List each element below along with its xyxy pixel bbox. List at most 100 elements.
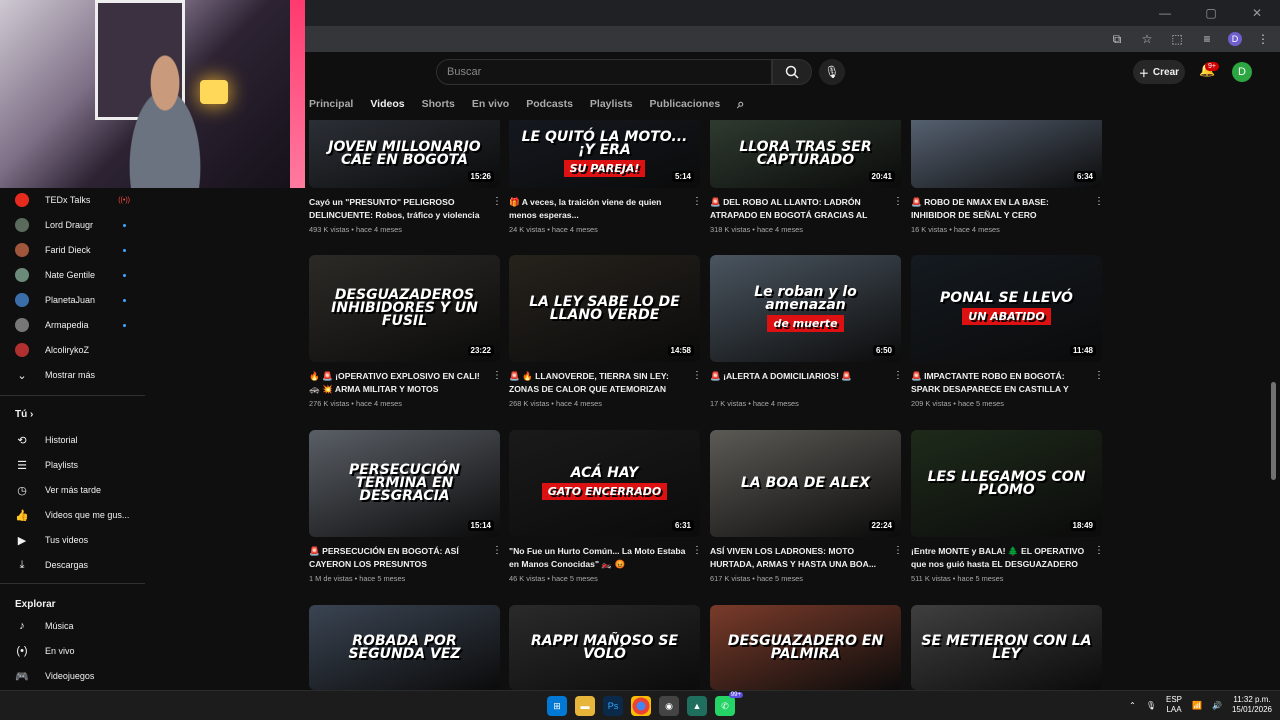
- channel-search-icon[interactable]: ⌕: [737, 96, 744, 112]
- video-thumbnail[interactable]: 6:34: [911, 120, 1102, 188]
- sidebar-subscription[interactable]: Lord Draugr: [15, 216, 130, 234]
- voice-search-button[interactable]: 🎙: [819, 59, 845, 85]
- tab-principal[interactable]: Principal: [309, 98, 353, 110]
- show-more-button[interactable]: ⌄ Mostrar más: [15, 366, 95, 384]
- chevron-up-icon[interactable]: ⌃: [1129, 701, 1136, 710]
- more-options-icon[interactable]: ⋮: [692, 370, 702, 381]
- tab-en-vivo[interactable]: En vivo: [472, 98, 509, 110]
- whatsapp-icon[interactable]: ✆ 99+: [715, 692, 743, 716]
- video-thumbnail[interactable]: LLORA TRAS SER CAPTURADO 20:41: [710, 120, 901, 188]
- video-title[interactable]: 🚨 PERSECUCIÓN EN BOGOTÁ: ASÍ CAYERON LOS…: [309, 545, 487, 570]
- sidebar-subscription[interactable]: Nate Gentile: [15, 266, 130, 284]
- more-options-icon[interactable]: ⋮: [893, 196, 903, 207]
- windows-start-icon[interactable]: ⊞: [547, 696, 567, 716]
- chrome-icon[interactable]: [631, 696, 651, 716]
- wifi-icon[interactable]: 📶: [1192, 701, 1202, 710]
- video-thumbnail[interactable]: PONAL SE LLEVÓ UN ABATIDO 11:48: [911, 255, 1102, 362]
- language-indicator[interactable]: ESP LAA: [1166, 695, 1182, 715]
- video-thumbnail[interactable]: ACÁ HAY GATO ENCERRADO 6:31: [509, 430, 700, 537]
- video-title[interactable]: 🔥 🚨 ¡OPERATIVO EXPLOSIVO EN CALI! 🚓 💥 AR…: [309, 370, 487, 395]
- search-button[interactable]: [772, 59, 812, 85]
- video-thumbnail[interactable]: Le roban y lo amenazan de muerte 6:50: [710, 255, 901, 362]
- video-thumbnail[interactable]: LA LEY SABE LO DE LLANO VERDE 14:58: [509, 255, 700, 362]
- video-title[interactable]: 🚨 DEL ROBO AL LLANTO: LADRÓN ATRAPADO EN…: [710, 196, 888, 221]
- video-thumbnail[interactable]: DESGUAZADERO EN PALMIRA: [710, 605, 901, 690]
- more-options-icon[interactable]: ⋮: [1094, 370, 1104, 381]
- video-title[interactable]: Cayó un "PRESUNTO" PELIGROSO DELINCUENTE…: [309, 196, 487, 221]
- video-title[interactable]: 🎁 A veces, la traición viene de quien me…: [509, 196, 687, 221]
- create-button[interactable]: ＋ Crear: [1133, 60, 1185, 84]
- sidebar-item-label: Tus videos: [45, 535, 89, 545]
- sidebar-subscription[interactable]: Farid Dieck: [15, 241, 130, 259]
- live-broadcast-icon: (•): [16, 645, 28, 657]
- sidebar-item-playlists[interactable]: ☰ Playlists: [15, 456, 78, 474]
- clock[interactable]: 11:32 p.m. 15/01/2026: [1232, 695, 1272, 715]
- video-thumbnail[interactable]: ROBADA POR SEGUNDA VEZ: [309, 605, 500, 690]
- sidebar-subscription[interactable]: AlcolirykoZ: [15, 341, 130, 359]
- subscription-name: Nate Gentile: [45, 270, 96, 280]
- video-title[interactable]: 🚨 ¡ALERTA A DOMICILIARIOS! 🚨: [710, 370, 888, 395]
- video-thumbnail[interactable]: LA BOA DE ALEX 22:24: [710, 430, 901, 537]
- video-thumbnail[interactable]: LES LLEGAMOS CON PLOMO 18:49: [911, 430, 1102, 537]
- more-options-icon[interactable]: ⋮: [692, 545, 702, 556]
- more-options-icon[interactable]: ⋮: [492, 370, 502, 381]
- sidebar-subscription[interactable]: Armapedia: [15, 316, 130, 334]
- browser-tabstrip: — ▢ ✕: [305, 0, 1280, 26]
- video-title[interactable]: "No Fue un Hurto Común... La Moto Estaba…: [509, 545, 687, 570]
- tab-videos[interactable]: Videos: [370, 98, 404, 110]
- video-meta: 24 K vistas • hace 4 meses: [509, 225, 598, 234]
- page-scrollbar[interactable]: [1271, 382, 1276, 480]
- more-options-icon[interactable]: ⋮: [492, 196, 502, 207]
- sidebar-subscription[interactable]: TEDx Talks ((•)): [15, 191, 130, 209]
- sidebar-item-music[interactable]: ♪ Música: [15, 617, 73, 635]
- video-thumbnail[interactable]: LE QUITÓ LA MOTO... ¡Y ERA SU PAREJA! 5:14: [509, 120, 700, 188]
- you-section-header[interactable]: Tú ›: [15, 409, 33, 420]
- video-thumbnail[interactable]: PERSECUCIÓN TERMINA EN DESGRACIA 15:14: [309, 430, 500, 537]
- video-thumbnail[interactable]: RAPPI MAÑOSO SE VOLÓ: [509, 605, 700, 690]
- video-title[interactable]: ASÍ VIVEN LOS LADRONES: MOTO HURTADA, AR…: [710, 545, 888, 570]
- microphone-tray-icon[interactable]: 🎙: [1146, 701, 1156, 710]
- video-thumbnail[interactable]: JOVEN MILLONARIO CAE EN BOGOTÁ 15:26: [309, 120, 500, 188]
- browser-menu-icon[interactable]: ⋮: [1254, 30, 1272, 48]
- maximize-icon[interactable]: ▢: [1188, 0, 1234, 26]
- tab-playlists[interactable]: Playlists: [590, 98, 633, 110]
- extensions-icon[interactable]: ⬚: [1168, 30, 1186, 48]
- sidebar-item-live[interactable]: (•) En vivo: [15, 642, 74, 660]
- more-options-icon[interactable]: ⋮: [692, 196, 702, 207]
- sidebar-item-gaming[interactable]: 🎮 Videojuegos: [15, 667, 94, 685]
- minimize-icon[interactable]: —: [1142, 0, 1188, 26]
- sidebar-item-downloads[interactable]: ⤓ Descargas: [15, 556, 88, 574]
- video-title[interactable]: 🚨 IMPACTANTE ROBO EN BOGOTÁ: SPARK DESAP…: [911, 370, 1089, 395]
- sidebar-item-historial[interactable]: ⟲ Historial: [15, 431, 77, 449]
- video-title[interactable]: 🚨 ROBO DE NMAX EN LA BASE: INHIBIDOR DE …: [911, 196, 1089, 221]
- video-thumbnail[interactable]: SE METIERON CON LA LEY: [911, 605, 1102, 690]
- tab-podcasts[interactable]: Podcasts: [526, 98, 573, 110]
- close-icon[interactable]: ✕: [1234, 0, 1280, 26]
- media-control-icon[interactable]: ≡: [1198, 30, 1216, 48]
- more-options-icon[interactable]: ⋮: [893, 545, 903, 556]
- more-options-icon[interactable]: ⋮: [492, 545, 502, 556]
- cast-icon[interactable]: ⧉: [1108, 30, 1126, 48]
- sidebar-item-liked-videos[interactable]: 👍 Videos que me gus...: [15, 506, 129, 524]
- browser-profile-avatar[interactable]: D: [1228, 32, 1242, 46]
- sidebar-item-watch-later[interactable]: ◷ Ver más tarde: [15, 481, 101, 499]
- app-icon[interactable]: ▲: [687, 696, 707, 716]
- tab-publicaciones[interactable]: Publicaciones: [650, 98, 721, 110]
- video-thumbnail[interactable]: DESGUAZADEROS INHIBIDORES Y UN FUSIL 23:2…: [309, 255, 500, 362]
- user-avatar[interactable]: D: [1232, 62, 1252, 82]
- bookmark-star-icon[interactable]: ☆: [1138, 30, 1156, 48]
- more-options-icon[interactable]: ⋮: [893, 370, 903, 381]
- volume-icon[interactable]: 🔊: [1212, 701, 1222, 710]
- photoshop-icon[interactable]: Ps: [603, 696, 623, 716]
- sidebar-subscription[interactable]: PlanetaJuan: [15, 291, 130, 309]
- video-title[interactable]: 🚨 🔥 LLANOVERDE, TIERRA SIN LEY: ZONAS DE…: [509, 370, 687, 395]
- more-options-icon[interactable]: ⋮: [1094, 545, 1104, 556]
- video-title[interactable]: ¡Entre MONTE y BALA! 🌲 EL OPERATIVO que …: [911, 545, 1089, 570]
- tab-shorts[interactable]: Shorts: [422, 98, 455, 110]
- more-options-icon[interactable]: ⋮: [1094, 196, 1104, 207]
- file-explorer-icon[interactable]: ▬: [575, 696, 595, 716]
- video-duration: 20:41: [868, 171, 895, 182]
- obs-icon[interactable]: ◉: [659, 696, 679, 716]
- sidebar-item-your-videos[interactable]: ▶ Tus videos: [15, 531, 88, 549]
- search-input[interactable]: Buscar: [436, 59, 772, 85]
